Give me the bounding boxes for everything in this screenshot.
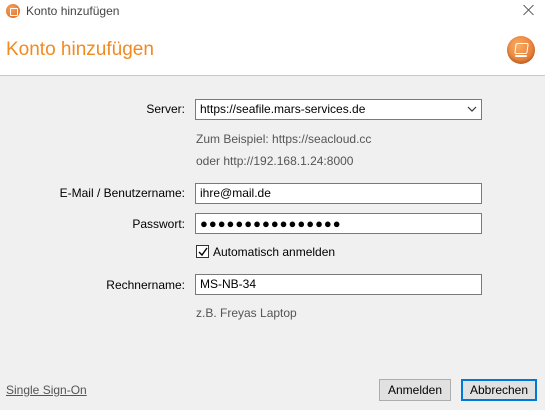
login-button[interactable]: Anmelden [379,379,451,401]
server-hint-example: Zum Beispiel: https://seacloud.cc [196,132,372,146]
dialog-header: Konto hinzufügen [0,22,545,76]
password-field[interactable]: ●●●●●●●●●●●●●●●● [195,213,482,234]
checkmark-icon [198,247,208,257]
auto-login-label[interactable]: Automatisch anmelden [213,245,335,259]
email-field[interactable]: ihre@mail.de [195,183,482,204]
password-label: Passwort: [132,217,185,231]
close-icon[interactable] [521,2,537,18]
chevron-down-icon [467,106,477,112]
auto-login-checkbox[interactable] [196,245,209,258]
email-field-value: ihre@mail.de [200,186,271,200]
email-label: E-Mail / Benutzername: [59,186,185,200]
server-label: Server: [146,102,185,116]
password-field-value: ●●●●●●●●●●●●●●●● [200,216,342,231]
cancel-button[interactable]: Abbrechen [461,379,537,401]
seafile-app-icon [6,4,20,18]
title-bar: Konto hinzufügen [0,0,545,22]
window-title: Konto hinzufügen [26,4,120,18]
server-select-value: https://seafile.mars-services.de [200,102,366,116]
single-sign-on-link[interactable]: Single Sign-On [6,383,87,397]
computer-name-field-value: MS-NB-34 [200,277,257,291]
computer-name-label: Rechnername: [106,278,185,292]
seafile-logo-icon [507,36,535,64]
computer-name-hint: z.B. Freyas Laptop [196,306,297,320]
page-title: Konto hinzufügen [6,39,154,60]
computer-name-field[interactable]: MS-NB-34 [195,274,482,295]
server-select[interactable]: https://seafile.mars-services.de [195,99,482,120]
server-hint-ip: oder http://192.168.1.24:8000 [196,154,354,168]
